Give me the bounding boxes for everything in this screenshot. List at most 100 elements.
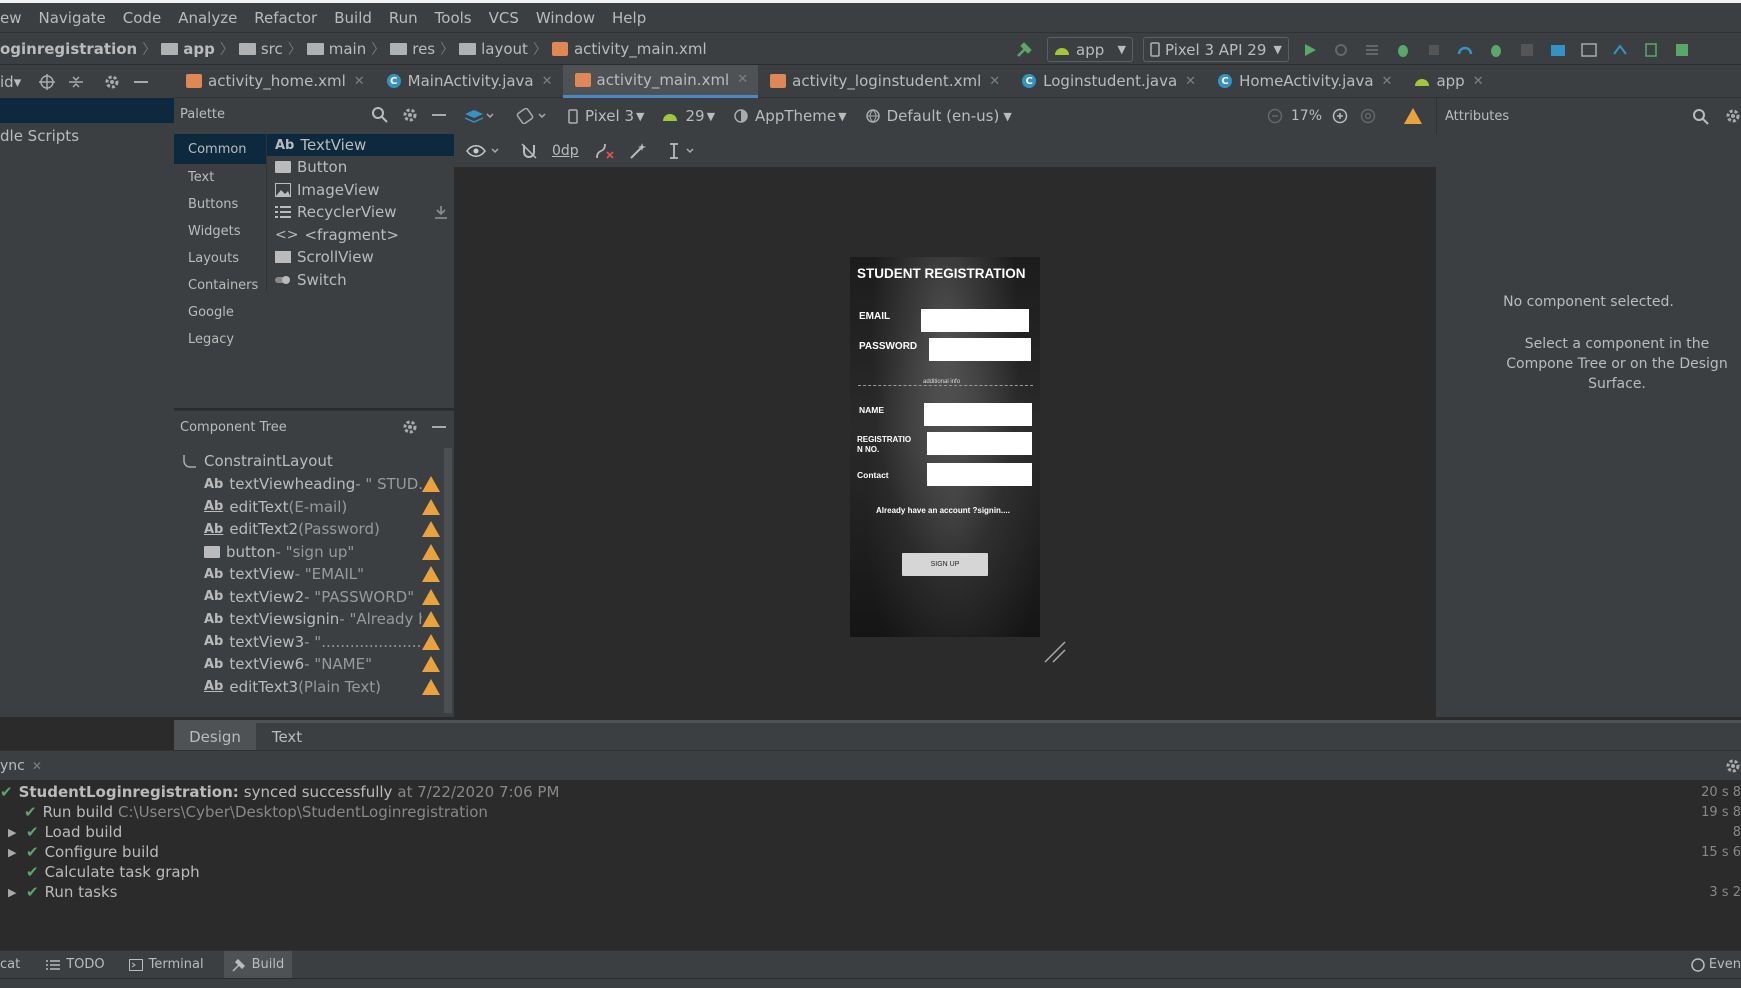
- layers-icon[interactable]: [464, 108, 494, 124]
- view-options-icon[interactable]: [466, 144, 500, 158]
- guidelines-icon[interactable]: [667, 142, 697, 159]
- tool-build[interactable]: Build: [223, 951, 293, 978]
- phone-divider-text[interactable]: additional info: [923, 379, 960, 385]
- run-config-select[interactable]: app ▼: [1047, 37, 1133, 62]
- palette-category-common[interactable]: Common: [174, 134, 266, 164]
- apply-changes-icon[interactable]: [1363, 41, 1381, 59]
- project-selected-row[interactable]: [0, 98, 174, 123]
- device-select[interactable]: Pixel 3 API 29 ▼: [1143, 37, 1289, 62]
- palette-category-containers[interactable]: Containers: [174, 272, 266, 299]
- tree-node-edittext[interactable]: Ab editText (E-mail): [174, 496, 446, 519]
- palette-widget-scrollview[interactable]: ScrollView: [267, 246, 454, 269]
- warning-icon[interactable]: [422, 588, 440, 605]
- tab-activity-loginstudent-xml[interactable]: activity_loginstudent.xml ✕: [758, 65, 1010, 98]
- palette-category-layouts[interactable]: Layouts: [174, 245, 266, 272]
- warning-icon[interactable]: [422, 566, 440, 583]
- breadcrumb-file[interactable]: activity_main.xml: [551, 40, 707, 58]
- tab-loginstudent-java[interactable]: C Loginstudent.java ✕: [1010, 65, 1206, 98]
- breadcrumb-app[interactable]: app: [161, 40, 215, 58]
- phone-reg-label[interactable]: REGISTRATIO N NO.: [857, 435, 919, 455]
- orientation-icon[interactable]: [516, 108, 546, 124]
- menu-item-help[interactable]: Help: [612, 9, 646, 27]
- close-icon[interactable]: ✕: [1473, 74, 1484, 89]
- warning-icon[interactable]: [1404, 108, 1422, 124]
- clear-constraints-icon[interactable]: [595, 142, 615, 160]
- warning-icon[interactable]: [422, 476, 440, 493]
- default-margin[interactable]: 0dp: [552, 143, 579, 159]
- menu-item-analyze[interactable]: Analyze: [178, 9, 237, 27]
- breadcrumb-src[interactable]: src: [238, 40, 283, 58]
- build-line[interactable]: ✔ Run build C:\Users\Cyber\Desktop\Student…: [0, 802, 1741, 822]
- tree-node-textview2[interactable]: Ab textView2- "PASSWORD": [174, 586, 446, 609]
- build-line[interactable]: ▶ ✔ Run tasks 3 s 2: [0, 882, 1741, 902]
- menu-item-ew[interactable]: ew: [0, 9, 22, 27]
- menu-item-run[interactable]: Run: [389, 9, 418, 27]
- expand-arrow-icon[interactable]: ▶: [8, 846, 18, 859]
- device-manager-icon[interactable]: [1673, 41, 1691, 59]
- zoom-out-icon[interactable]: [1267, 108, 1283, 124]
- breadcrumb-main[interactable]: main: [306, 40, 366, 58]
- tree-scrollbar[interactable]: [444, 448, 452, 713]
- palette-category-buttons[interactable]: Buttons: [174, 191, 266, 218]
- gear-icon[interactable]: [402, 419, 418, 435]
- event-log[interactable]: Even: [1691, 957, 1741, 972]
- debug-icon[interactable]: [1394, 41, 1412, 59]
- phone-signin-text[interactable]: Already have an account ?signin....: [876, 506, 1010, 515]
- phone-email-input[interactable]: [921, 309, 1029, 332]
- autoconnect-icon[interactable]: [520, 142, 538, 160]
- tab-text[interactable]: Text: [256, 723, 318, 750]
- phone-heading[interactable]: STUDENT REGISTRATION: [857, 266, 1026, 281]
- close-icon[interactable]: ✕: [989, 74, 1000, 89]
- palette-category-widgets[interactable]: Widgets: [174, 218, 266, 245]
- tree-node-textview[interactable]: Ab textView - "EMAIL": [174, 563, 446, 586]
- tree-node-edittext2[interactable]: Ab editText2 (Password): [174, 518, 446, 541]
- sync-project-icon[interactable]: [1580, 41, 1598, 59]
- palette-widget-recyclerview[interactable]: RecyclerView: [267, 201, 454, 224]
- close-icon[interactable]: ✕: [354, 74, 365, 89]
- sdk-manager-icon[interactable]: [1642, 41, 1660, 59]
- infer-constraints-icon[interactable]: [629, 142, 647, 160]
- menu-item-navigate[interactable]: Navigate: [39, 9, 106, 27]
- zoom-fit-icon[interactable]: [1360, 108, 1376, 124]
- device-preview-select[interactable]: Pixel 3 ▼: [568, 107, 644, 125]
- tree-node-textview3[interactable]: Ab textView3- "..........................…: [174, 631, 446, 654]
- palette-widget-imageview[interactable]: ImageView: [267, 179, 454, 202]
- avd-manager-icon[interactable]: [1611, 41, 1629, 59]
- tool-terminal[interactable]: Terminal: [128, 957, 204, 972]
- gradle-scripts-item[interactable]: dle Scripts: [0, 127, 79, 145]
- api-level-select[interactable]: 29 ▼: [662, 107, 715, 125]
- coverage-icon[interactable]: [1425, 41, 1443, 59]
- minimize-icon[interactable]: [432, 425, 446, 429]
- warning-icon[interactable]: [422, 521, 440, 538]
- warning-icon[interactable]: [422, 656, 440, 673]
- gear-icon[interactable]: [1725, 108, 1741, 124]
- breadcrumb-res[interactable]: res: [390, 40, 435, 58]
- collapse-all-icon[interactable]: [68, 74, 84, 90]
- project-view-select[interactable]: id▾: [0, 73, 21, 91]
- expand-arrow-icon[interactable]: ▶: [8, 886, 18, 899]
- minimize-icon[interactable]: [134, 80, 149, 84]
- tab-app[interactable]: app ✕: [1402, 65, 1493, 98]
- hammer-icon[interactable]: [1016, 41, 1034, 59]
- run-icon[interactable]: [1301, 41, 1319, 59]
- phone-name-input[interactable]: [924, 403, 1032, 426]
- palette-widget-fragment[interactable]: <> <fragment>: [267, 224, 454, 247]
- phone-email-label[interactable]: EMAIL: [859, 311, 890, 322]
- tree-node-button[interactable]: button - "sign up": [174, 541, 446, 564]
- phone-name-label[interactable]: NAME: [859, 405, 884, 415]
- tree-node-textviewsignin[interactable]: Ab textViewsignin- "Already h...: [174, 608, 446, 631]
- warning-icon[interactable]: [422, 498, 440, 515]
- tab-activity-main-xml[interactable]: activity_main.xml ✕: [562, 64, 759, 98]
- close-icon[interactable]: ✕: [1185, 74, 1196, 89]
- gear-icon[interactable]: [402, 107, 418, 123]
- breadcrumb-layout[interactable]: layout: [459, 40, 528, 58]
- search-icon[interactable]: [1692, 108, 1709, 125]
- phone-password-input[interactable]: [929, 338, 1031, 361]
- phone-reg-input[interactable]: [927, 432, 1032, 455]
- rerun-icon[interactable]: [1332, 41, 1350, 59]
- gear-icon[interactable]: [104, 74, 120, 90]
- tree-root[interactable]: ConstraintLayout: [174, 448, 446, 473]
- close-icon[interactable]: ✕: [737, 72, 748, 87]
- build-line[interactable]: ▶ ✔ Load build 8: [0, 822, 1741, 842]
- warning-icon[interactable]: [422, 611, 440, 628]
